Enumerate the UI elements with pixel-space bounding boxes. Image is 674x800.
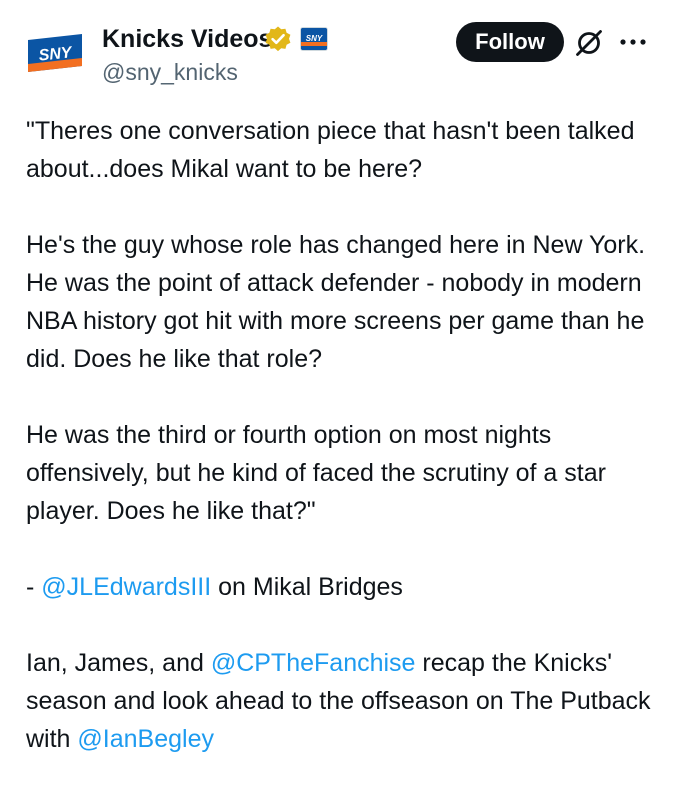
tweet-header: SNY Knicks Videos SNY @sny_knicks Follow <box>0 0 674 100</box>
avatar-text: SNY <box>38 44 74 64</box>
sny-affiliate-icon: SNY <box>301 28 327 50</box>
mention-link-jledwardsiii[interactable]: @JLEdwardsIII <box>41 573 211 601</box>
avatar[interactable]: SNY <box>22 20 88 86</box>
gold-verified-badge-icon[interactable] <box>264 25 292 53</box>
sny-logo-icon: SNY <box>22 20 88 86</box>
tweet-paragraph: He was the third or fourth option on mos… <box>26 421 606 525</box>
mention-link-ianbegley[interactable]: @IanBegley <box>77 725 214 753</box>
affiliate-badge[interactable]: SNY <box>300 27 328 51</box>
affiliate-badge-text: SNY <box>306 34 323 43</box>
more-options-icon[interactable] <box>618 30 648 54</box>
text-fragment: Ian, James, and <box>26 649 211 677</box>
handle[interactable]: @sny_knicks <box>102 58 238 86</box>
tweet-paragraph: He's the guy whose role has changed here… <box>26 231 646 373</box>
text-fragment: - <box>26 573 42 601</box>
display-name[interactable]: Knicks Videos <box>102 24 272 54</box>
tweet-text: "Theres one conversation piece that hasn… <box>26 112 656 796</box>
mention-link-cpthefanchise[interactable]: @CPTheFanchise <box>211 649 416 677</box>
tweet-paragraph: Ian, James, and @CPTheFanchise recap the… <box>26 644 656 758</box>
tweet-paragraph: - @JLEdwardsIII on Mikal Bridges <box>26 568 656 606</box>
follow-button[interactable]: Follow <box>456 22 564 62</box>
grok-icon[interactable] <box>574 28 604 58</box>
tweet-paragraph: "Theres one conversation piece that hasn… <box>26 117 635 183</box>
text-fragment: on Mikal Bridges <box>211 573 403 601</box>
